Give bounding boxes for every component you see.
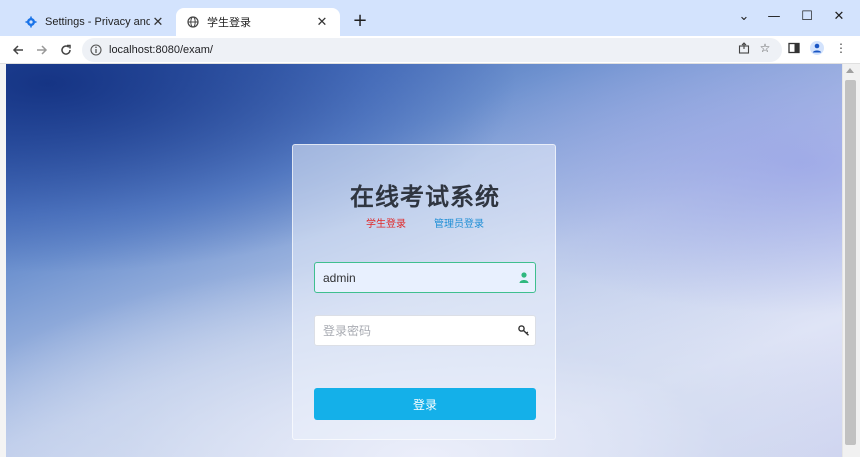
back-arrow-icon[interactable] xyxy=(7,39,29,61)
scroll-thumb[interactable] xyxy=(845,80,856,445)
address-bar[interactable]: localhost:8080/exam/ xyxy=(82,38,782,62)
info-icon[interactable] xyxy=(90,41,102,60)
url-text: localhost:8080/exam/ xyxy=(109,44,213,56)
new-tab-button[interactable]: + xyxy=(350,12,370,32)
maximize-button[interactable]: ☐ xyxy=(790,6,824,26)
password-input[interactable] xyxy=(315,316,513,345)
menu-kebab-icon[interactable]: ⋮ xyxy=(833,40,849,56)
forward-arrow-icon[interactable] xyxy=(31,39,53,61)
admin-login-link[interactable]: 管理员登录 xyxy=(434,215,484,230)
password-field[interactable] xyxy=(314,315,536,346)
tab-title: 学生登录 xyxy=(207,17,251,29)
scroll-up-arrow-icon[interactable] xyxy=(846,68,854,73)
tab-settings[interactable]: Settings - Privacy and security ✕ xyxy=(14,8,176,36)
gear-icon xyxy=(24,15,38,29)
username-field[interactable] xyxy=(314,262,536,293)
reload-icon[interactable] xyxy=(55,39,77,61)
browser-toolbar: localhost:8080/exam/ ☆ ⋮ xyxy=(0,36,860,64)
side-panel-icon[interactable] xyxy=(786,40,802,56)
bookmark-star-icon[interactable]: ☆ xyxy=(757,40,773,56)
tab-search-chevron-icon[interactable]: ⌄ xyxy=(727,6,761,26)
minimize-button[interactable]: — xyxy=(757,6,791,26)
close-icon[interactable]: ✕ xyxy=(150,15,166,30)
tab-title: Settings - Privacy and security xyxy=(45,16,150,28)
close-icon[interactable]: ✕ xyxy=(314,15,330,30)
key-icon xyxy=(513,325,535,336)
tab-student-login[interactable]: 学生登录 ✕ xyxy=(176,8,340,36)
share-icon[interactable] xyxy=(736,40,752,56)
window-close-button[interactable]: ✕ xyxy=(822,6,856,26)
student-login-link[interactable]: 学生登录 xyxy=(366,215,406,230)
username-input[interactable] xyxy=(315,263,513,292)
login-card: 在线考试系统 学生登录 管理员登录 登录 xyxy=(292,144,556,440)
user-icon xyxy=(513,272,535,283)
profile-avatar-icon[interactable] xyxy=(809,40,825,56)
login-button[interactable]: 登录 xyxy=(314,388,536,420)
tab-bar: Settings - Privacy and security ✕ 学生登录 ✕… xyxy=(0,0,860,36)
page-title: 在线考试系统 xyxy=(350,183,500,211)
globe-icon xyxy=(186,15,200,29)
